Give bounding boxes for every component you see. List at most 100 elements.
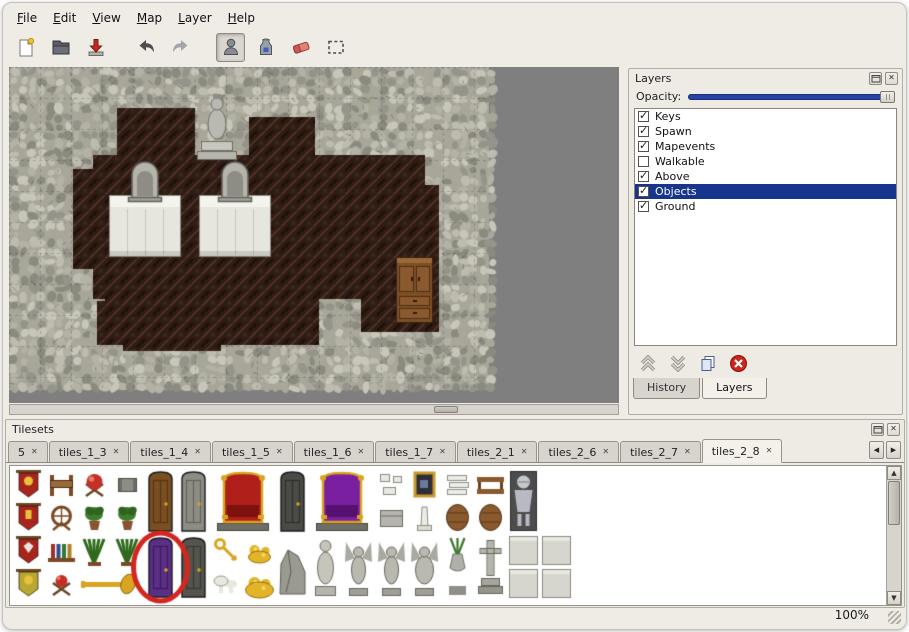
tileset-vertical-scrollbar[interactable]: ▲ ▼: [886, 466, 901, 605]
opacity-slider-handle[interactable]: [880, 91, 895, 103]
ink-bottle-icon: [255, 36, 277, 58]
open-button[interactable]: [46, 33, 75, 62]
layer-name: Spawn: [655, 125, 692, 138]
tab-close-icon[interactable]: ✕: [113, 448, 120, 456]
layers-list: Keys Spawn Mapevents Walkable Above Obje…: [634, 108, 897, 346]
layer-row[interactable]: Spawn: [635, 124, 896, 139]
map-horizontal-scrollbar[interactable]: [9, 404, 619, 415]
tileset-tab[interactable]: tiles_1_4 ✕: [130, 441, 211, 462]
tab-close-icon[interactable]: ✕: [766, 447, 773, 455]
tab-close-icon[interactable]: ✕: [194, 448, 201, 456]
layer-visibility-check[interactable]: [638, 171, 649, 182]
layer-visibility-check[interactable]: [638, 126, 649, 137]
tab-layers[interactable]: Layers: [702, 378, 766, 399]
menu-help[interactable]: Help: [220, 8, 263, 28]
tilesets-panel-title: Tilesets: [12, 423, 868, 436]
new-map-button[interactable]: [11, 33, 40, 62]
move-layer-up-button[interactable]: [639, 355, 657, 372]
new-file-icon: [15, 36, 37, 58]
app-window: File Edit View Map Layer Help: [2, 2, 907, 630]
tileset-tab-label: tiles_1_7: [385, 446, 433, 459]
tileset-tab-label: tiles_1_4: [140, 446, 188, 459]
copy-icon: [699, 354, 717, 372]
person-stamp-icon: [220, 36, 242, 58]
menu-layer[interactable]: Layer: [170, 8, 219, 28]
tileset-tab[interactable]: tiles_2_7 ✕: [620, 441, 701, 462]
save-button[interactable]: [81, 33, 110, 62]
tileset-tab[interactable]: tiles_2_8 ✕: [702, 439, 783, 463]
tab-close-icon[interactable]: ✕: [276, 448, 283, 456]
eraser-tool-button[interactable]: [286, 33, 315, 62]
tab-close-icon[interactable]: ✕: [439, 448, 446, 456]
scrollbar-thumb[interactable]: [434, 406, 458, 413]
tileset-tab[interactable]: tiles_1_7 ✕: [375, 441, 456, 462]
scroll-up-button[interactable]: ▲: [887, 466, 901, 480]
menu-file[interactable]: File: [9, 8, 45, 28]
tileset-tab-label: tiles_2_7: [630, 446, 678, 459]
layer-row[interactable]: Walkable: [635, 154, 896, 169]
scroll-down-button[interactable]: ▼: [887, 591, 901, 605]
layer-row[interactable]: Keys: [635, 109, 896, 124]
opacity-row: Opacity:: [629, 86, 902, 107]
resize-grip[interactable]: [888, 611, 901, 624]
fill-tool-button[interactable]: [251, 33, 280, 62]
menu-edit[interactable]: Edit: [45, 8, 84, 28]
layer-visibility-check[interactable]: [638, 156, 649, 167]
layer-visibility-check[interactable]: [638, 186, 649, 197]
tileset-tab[interactable]: tiles_1_5 ✕: [212, 441, 293, 462]
layer-name: Mapevents: [655, 140, 715, 153]
tileset-tab-label: tiles_1_5: [222, 446, 270, 459]
menu-view[interactable]: View: [84, 8, 128, 28]
tileset-tab[interactable]: tiles_1_3 ✕: [49, 441, 130, 462]
layer-name: Ground: [655, 200, 695, 213]
tileset-tabs: 5 ✕ tiles_1_3 ✕ tiles_1_4 ✕ tiles_1_5 ✕ …: [6, 437, 904, 463]
tileset-content: ▲ ▼: [9, 465, 902, 606]
duplicate-layer-button[interactable]: [699, 354, 717, 372]
undo-button[interactable]: [131, 33, 160, 62]
redo-button[interactable]: [166, 33, 195, 62]
delete-layer-button[interactable]: [729, 354, 748, 373]
layers-panel-titlebar: Layers ✕: [629, 69, 902, 86]
layer-row[interactable]: Objects: [635, 184, 896, 199]
scrollbar-thumb[interactable]: [888, 481, 900, 525]
tileset-tab[interactable]: tiles_2_1 ✕: [457, 441, 538, 462]
opacity-label: Opacity:: [636, 90, 681, 103]
stamp-tool-button[interactable]: [216, 33, 245, 62]
tileset-tab[interactable]: 5 ✕: [8, 441, 48, 462]
layer-row[interactable]: Mapevents: [635, 139, 896, 154]
close-panel-button[interactable]: ✕: [887, 423, 900, 436]
delete-circle-icon: [729, 354, 748, 373]
tileset-tab[interactable]: tiles_2_6 ✕: [538, 441, 619, 462]
tabs-scroll-left-button[interactable]: ◀: [869, 441, 884, 459]
map-canvas[interactable]: [9, 67, 619, 403]
float-panel-button[interactable]: [871, 423, 884, 436]
tab-close-icon[interactable]: ✕: [602, 448, 609, 456]
tab-close-icon[interactable]: ✕: [358, 448, 365, 456]
close-panel-button[interactable]: ✕: [885, 72, 898, 85]
open-folder-icon: [50, 36, 72, 58]
layer-visibility-check[interactable]: [638, 201, 649, 212]
move-layer-down-button[interactable]: [669, 355, 687, 372]
menu-map[interactable]: Map: [129, 8, 170, 28]
tab-close-icon[interactable]: ✕: [31, 448, 38, 456]
layer-name: Above: [655, 170, 690, 183]
map-view: [9, 67, 619, 415]
layer-visibility-check[interactable]: [638, 141, 649, 152]
layer-row[interactable]: Ground: [635, 199, 896, 214]
chevron-up-icon: [639, 355, 657, 372]
layers-panel-title: Layers: [635, 72, 866, 85]
float-panel-button[interactable]: [869, 72, 882, 85]
tab-scroll-buttons: ◀ ▶: [869, 441, 901, 459]
tabs-scroll-right-button[interactable]: ▶: [886, 441, 901, 459]
layer-row[interactable]: Above: [635, 169, 896, 184]
tab-close-icon[interactable]: ✕: [521, 448, 528, 456]
tab-close-icon[interactable]: ✕: [684, 448, 691, 456]
tileset-tab[interactable]: tiles_1_6 ✕: [294, 441, 375, 462]
tab-history[interactable]: History: [633, 378, 700, 399]
chevron-down-icon: [669, 355, 687, 372]
opacity-slider[interactable]: [688, 90, 895, 104]
select-tool-button[interactable]: [321, 33, 350, 62]
layer-visibility-check[interactable]: [638, 111, 649, 122]
tileset-canvas[interactable]: [10, 466, 886, 605]
layer-name: Keys: [655, 110, 681, 123]
